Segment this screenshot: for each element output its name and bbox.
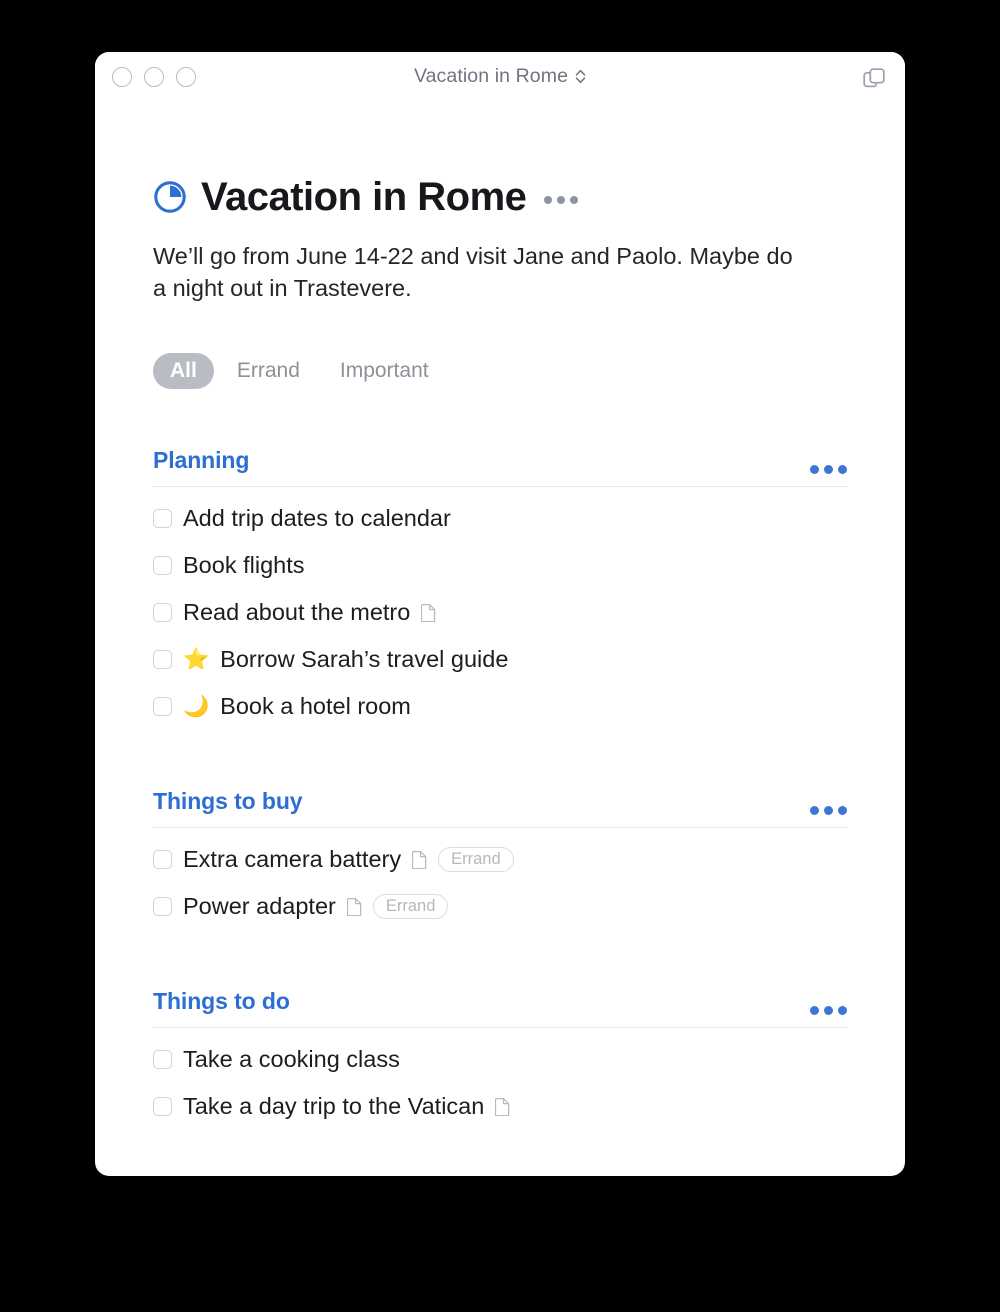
- task-tag[interactable]: Errand: [438, 846, 514, 873]
- section-menu-button[interactable]: [810, 1005, 847, 1015]
- task-list: Extra camera battery Errand Power adapte…: [153, 836, 847, 930]
- task-row[interactable]: Take a cooking class: [153, 1036, 847, 1083]
- page-title: Vacation in Rome: [201, 175, 527, 219]
- section-title: Planning: [153, 446, 250, 473]
- task-checkbox[interactable]: [153, 1096, 172, 1116]
- task-label: Take a cooking class: [183, 1045, 400, 1072]
- task-row[interactable]: Extra camera battery Errand: [153, 836, 847, 883]
- task-label: Borrow Sarah’s travel guide: [220, 645, 509, 672]
- section-title: Things to buy: [153, 787, 303, 814]
- section-header: Planning: [153, 447, 847, 487]
- task-label: Read about the metro: [183, 598, 411, 625]
- progress-pie-icon: [153, 180, 187, 214]
- document-header: Vacation in Rome: [153, 176, 847, 218]
- menu-dot: [838, 1005, 847, 1015]
- task-tag[interactable]: Errand: [372, 893, 449, 920]
- task-row[interactable]: Add trip dates to calendar: [153, 495, 847, 542]
- task-section: Things to do Take a cooking class Take a…: [153, 988, 847, 1130]
- task-checkbox[interactable]: [153, 1049, 172, 1069]
- menu-dot: [824, 805, 833, 815]
- task-row[interactable]: Take a day trip to the Vatican: [153, 1083, 847, 1130]
- note-icon[interactable]: [421, 603, 436, 622]
- task-label: Take a day trip to the Vatican: [183, 1092, 485, 1119]
- section-menu-button[interactable]: [810, 805, 847, 815]
- note-icon[interactable]: [412, 850, 427, 869]
- section-header: Things to buy: [153, 788, 847, 828]
- task-checkbox[interactable]: [153, 849, 172, 869]
- traffic-light-group: [112, 67, 196, 87]
- chevron-up-down-icon[interactable]: [575, 69, 586, 84]
- task-label: Power adapter: [183, 892, 336, 919]
- menu-dot: [544, 196, 553, 204]
- duplicate-windows-icon[interactable]: [861, 66, 887, 92]
- close-window-button[interactable]: [112, 67, 132, 87]
- task-label: Book flights: [183, 551, 305, 578]
- task-emoji: ⭐: [183, 647, 210, 671]
- task-label: Add trip dates to calendar: [183, 504, 451, 531]
- window-title-group: Vacation in Rome: [95, 65, 905, 88]
- menu-dot: [810, 464, 819, 474]
- task-row[interactable]: Power adapter Errand: [153, 883, 847, 930]
- minimize-window-button[interactable]: [144, 67, 164, 87]
- task-label: Extra camera battery: [183, 845, 402, 872]
- task-row[interactable]: ⭐ Borrow Sarah’s travel guide: [153, 636, 847, 683]
- sections-container: Planning Add trip dates to calendar Book…: [153, 447, 847, 1130]
- task-row[interactable]: Read about the metro: [153, 589, 847, 636]
- section-menu-button[interactable]: [810, 464, 847, 474]
- filter-pill-group: All Errand Important: [153, 352, 847, 389]
- section-title: Things to do: [153, 987, 290, 1014]
- filter-pill-errand[interactable]: Errand: [220, 353, 317, 389]
- filter-pill-all[interactable]: All: [153, 352, 214, 389]
- screen: Vacation in Rome Vacation in Rome We’ll …: [0, 0, 1000, 1312]
- task-checkbox[interactable]: [153, 896, 172, 916]
- task-checkbox[interactable]: [153, 602, 172, 622]
- section-header: Things to do: [153, 988, 847, 1028]
- task-list: Take a cooking class Take a day trip to …: [153, 1036, 847, 1130]
- menu-dot: [570, 196, 579, 204]
- menu-dot: [810, 1005, 819, 1015]
- task-row[interactable]: 🌙 Book a hotel room: [153, 683, 847, 730]
- task-section: Planning Add trip dates to calendar Book…: [153, 447, 847, 730]
- document-menu-button[interactable]: [544, 196, 579, 204]
- window-title: Vacation in Rome: [413, 65, 569, 87]
- note-icon[interactable]: [346, 897, 362, 916]
- task-checkbox[interactable]: [153, 649, 172, 669]
- task-checkbox[interactable]: [153, 555, 172, 575]
- app-window: Vacation in Rome Vacation in Rome We’ll …: [95, 52, 905, 1176]
- document-description: We’ll go from June 14-22 and visit Jane …: [153, 243, 793, 302]
- note-icon[interactable]: [495, 1097, 510, 1116]
- task-checkbox[interactable]: [153, 696, 172, 716]
- task-list: Add trip dates to calendar Book flights …: [153, 495, 847, 730]
- document-content: Vacation in Rome We’ll go from June 14-2…: [95, 176, 905, 1130]
- menu-dot: [838, 464, 847, 474]
- window-titlebar: Vacation in Rome: [95, 52, 905, 104]
- filter-pill-important[interactable]: Important: [323, 353, 446, 389]
- task-section: Things to buy Extra camera battery Erran…: [153, 788, 847, 930]
- task-checkbox[interactable]: [153, 508, 172, 528]
- menu-dot: [824, 464, 833, 474]
- menu-dot: [838, 805, 847, 815]
- menu-dot: [557, 196, 566, 204]
- task-label: Book a hotel room: [220, 692, 411, 719]
- menu-dot: [810, 805, 819, 815]
- task-emoji: 🌙: [183, 694, 210, 718]
- task-row[interactable]: Book flights: [153, 542, 847, 589]
- maximize-window-button[interactable]: [176, 67, 196, 87]
- menu-dot: [824, 1005, 833, 1015]
